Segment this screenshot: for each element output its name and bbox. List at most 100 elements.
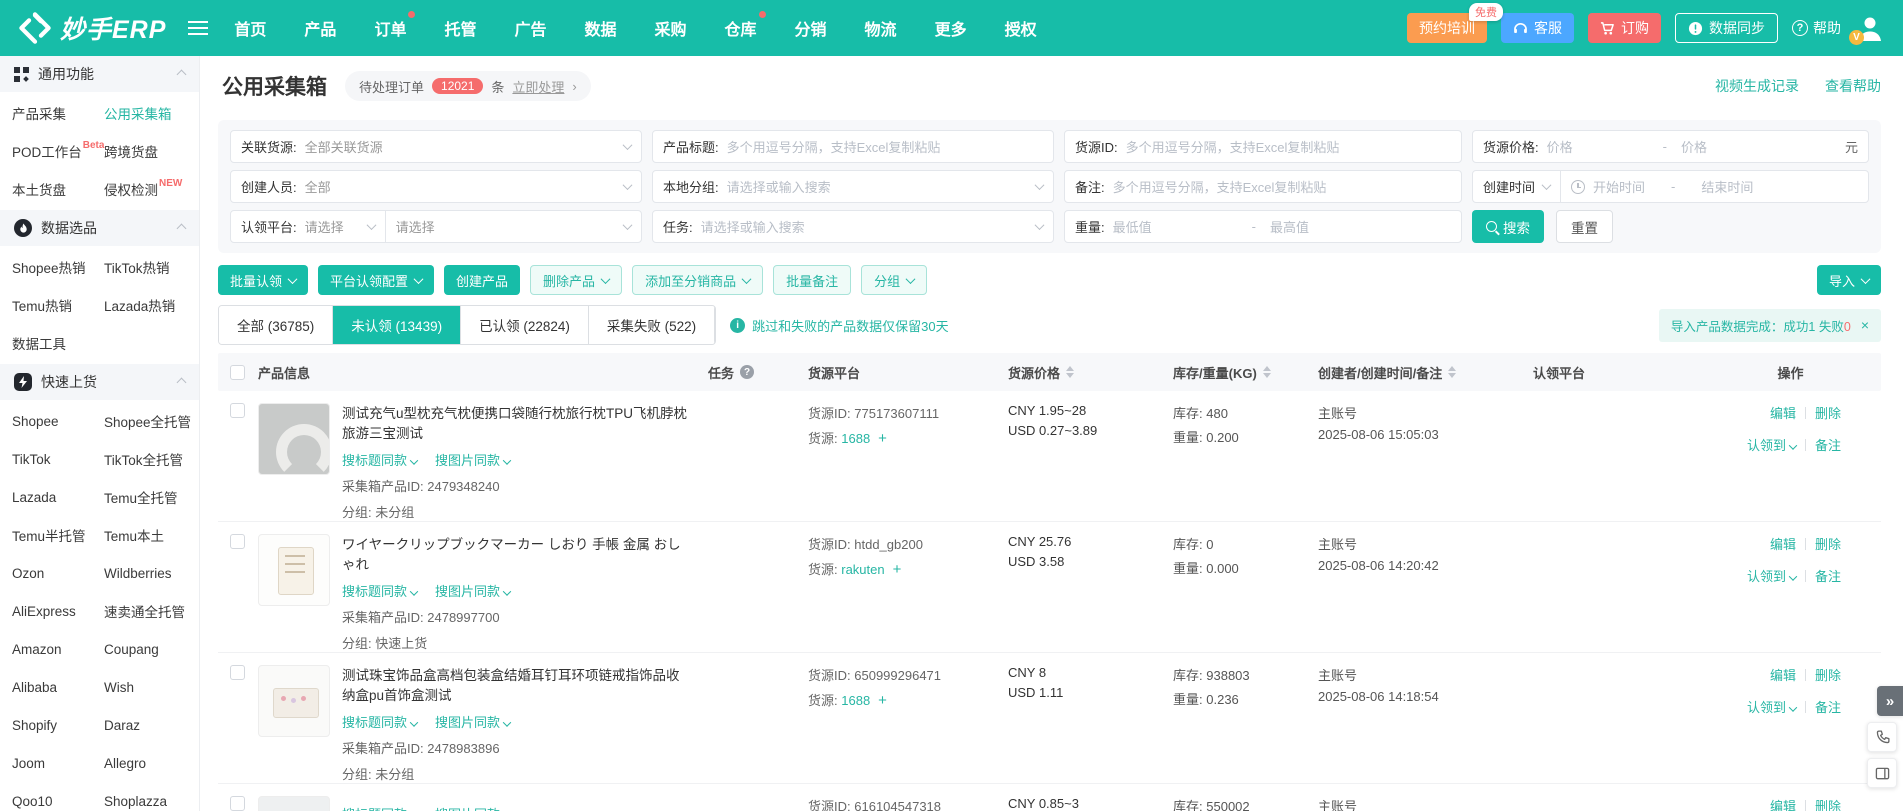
sidebar-item[interactable]: Temu半托管 — [12, 516, 104, 554]
row-checkbox[interactable] — [230, 796, 245, 811]
topbar-menu-item[interactable]: 采购 — [655, 16, 687, 40]
product-image[interactable] — [258, 796, 330, 811]
collapse-panel-button[interactable]: » — [1877, 686, 1903, 716]
add-source-icon[interactable]: + — [893, 561, 902, 578]
toolbar-primary-button[interactable]: 平台认领配置 — [318, 265, 434, 295]
filter-product-title-input[interactable]: 产品标题:多个用逗号分隔，支持Excel复制粘贴 — [652, 130, 1054, 163]
sidebar-item[interactable]: 数据工具 — [12, 324, 104, 362]
sidebar-item[interactable]: Daraz — [104, 706, 199, 744]
sidebar-item[interactable]: TikTok — [12, 440, 104, 478]
status-tab[interactable]: 采集失败 (522) — [589, 306, 715, 344]
product-title[interactable]: ワイヤークリップブックマーカー しおり 手帳 金属 おしゃれ — [342, 535, 692, 574]
product-title[interactable]: 测试珠宝饰品盒高档包装盒结婚耳钉耳环项链戒指饰品收纳盒pu首饰盒测试 — [342, 666, 692, 705]
topbar-menu-item[interactable]: 仓库 — [725, 16, 757, 40]
book-training-button[interactable]: 预约培训 免费 — [1407, 13, 1487, 43]
add-source-icon[interactable]: + — [878, 430, 887, 447]
sidebar-item[interactable]: Lazada热销 — [104, 286, 199, 324]
reset-button[interactable]: 重置 — [1556, 210, 1613, 243]
view-help-link[interactable]: 查看帮助 — [1825, 76, 1881, 96]
claim-to-link[interactable]: 认领到 — [1747, 697, 1796, 716]
filter-note-input[interactable]: 备注:多个用逗号分隔，支持Excel复制粘贴 — [1064, 170, 1462, 203]
customer-service-button[interactable]: 客服 — [1501, 13, 1574, 43]
source-link[interactable]: 1688 — [841, 431, 870, 446]
sidebar-item[interactable]: POD工作台 Beta — [12, 132, 104, 170]
edit-link[interactable]: 编辑 — [1770, 403, 1796, 422]
product-image[interactable] — [258, 534, 330, 606]
sidebar-section-data-picks[interactable]: 数据选品 — [0, 210, 199, 246]
search-same-title-link[interactable]: 搜标题同款 — [342, 581, 417, 600]
toolbar-secondary-button[interactable]: 分组 — [861, 265, 927, 295]
select-all-checkbox[interactable] — [230, 365, 245, 380]
sidebar-item[interactable]: Temu热销 — [12, 286, 104, 324]
sort-icon[interactable] — [1448, 366, 1456, 378]
filter-claim-platform-select[interactable]: 认领平台:请选择 请选择 — [230, 210, 642, 243]
toolbar-secondary-button[interactable]: 添加至分销商品 — [632, 265, 763, 295]
status-tab[interactable]: 已认领 (22824) — [461, 306, 589, 344]
topbar-menu-item[interactable]: 更多 — [935, 16, 967, 40]
filter-creator-select[interactable]: 创建人员:全部 — [230, 170, 642, 203]
note-link[interactable]: 备注 — [1815, 435, 1841, 454]
sidebar-item[interactable]: 本土货盘 — [12, 170, 104, 208]
sort-icon[interactable] — [1066, 366, 1074, 378]
sidebar-item[interactable]: Temu全托管 — [104, 478, 199, 516]
search-same-title-link[interactable]: 搜标题同款 — [342, 804, 417, 811]
filter-source-id-input[interactable]: 货源ID:多个用逗号分隔，支持Excel复制粘贴 — [1064, 130, 1462, 163]
topbar-menu-item[interactable]: 广告 — [514, 16, 546, 40]
phone-contact-button[interactable] — [1867, 722, 1897, 752]
hamburger-menu-icon[interactable] — [188, 21, 208, 35]
sidebar-item[interactable]: Ozon — [12, 554, 104, 592]
sidebar-item[interactable]: Allegro — [104, 744, 199, 782]
product-image[interactable] — [258, 403, 330, 475]
sidebar-item[interactable]: Amazon — [12, 630, 104, 668]
search-same-image-link[interactable]: 搜图片同款 — [435, 450, 510, 469]
toolbar-secondary-button[interactable]: 批量备注 — [773, 265, 851, 295]
sidebar-item[interactable]: Wish — [104, 668, 199, 706]
row-checkbox[interactable] — [230, 534, 245, 549]
filter-local-group-select[interactable]: 本地分组:请选择或输入搜索 — [652, 170, 1054, 203]
sidebar-item[interactable]: Lazada — [12, 478, 104, 516]
sidebar-item[interactable]: Joom — [12, 744, 104, 782]
row-checkbox[interactable] — [230, 403, 245, 418]
sidebar-section-quick-listing[interactable]: 快速上货 — [0, 364, 199, 400]
sidebar-item[interactable]: Shoplazza — [104, 782, 199, 811]
filter-weight-range[interactable]: 重量:最低值 -最高值 — [1064, 210, 1462, 243]
search-button[interactable]: 搜索 — [1472, 210, 1544, 243]
video-records-link[interactable]: 视频生成记录 — [1715, 76, 1799, 96]
topbar-menu-item[interactable]: 托管 — [444, 16, 476, 40]
source-link[interactable]: 1688 — [841, 693, 870, 708]
sidebar-item[interactable]: Shopee — [12, 402, 104, 440]
toolbar-primary-button[interactable]: 批量认领 — [218, 265, 308, 295]
sidebar-item[interactable]: 跨境货盘 — [104, 132, 199, 170]
sidebar-item[interactable]: AliExpress — [12, 592, 104, 630]
import-button[interactable]: 导入 — [1817, 265, 1881, 295]
side-panel-button[interactable] — [1867, 758, 1897, 788]
sidebar-item[interactable]: Alibaba — [12, 668, 104, 706]
sidebar-item[interactable]: 速卖通全托管 — [104, 592, 199, 630]
data-sync-button[interactable]: 数据同步 — [1675, 13, 1778, 43]
status-tab[interactable]: 全部 (36785) — [219, 306, 333, 344]
toolbar-primary-button[interactable]: 创建产品 — [444, 265, 520, 295]
source-link[interactable]: rakuten — [841, 562, 884, 577]
row-checkbox[interactable] — [230, 665, 245, 680]
purchase-button[interactable]: 订购 — [1588, 13, 1661, 43]
topbar-menu-item[interactable]: 物流 — [865, 16, 897, 40]
sidebar-item[interactable]: TikTok全托管 — [104, 440, 199, 478]
search-same-image-link[interactable]: 搜图片同款 — [435, 712, 510, 731]
help-button[interactable]: ? 帮助 — [1792, 18, 1841, 38]
sidebar-item[interactable]: Shopee全托管 — [104, 402, 199, 440]
topbar-menu-item[interactable]: 授权 — [1005, 16, 1037, 40]
note-link[interactable]: 备注 — [1815, 697, 1841, 716]
sidebar-item[interactable]: Temu本土 — [104, 516, 199, 554]
delete-link[interactable]: 删除 — [1815, 665, 1841, 684]
topbar-menu-item[interactable]: 数据 — [584, 16, 616, 40]
claim-to-link[interactable]: 认领到 — [1747, 566, 1796, 585]
app-logo[interactable]: 妙手ERP — [18, 10, 166, 46]
sort-icon[interactable] — [1263, 366, 1271, 378]
filter-linked-source-select[interactable]: 关联货源:全部关联货源 — [230, 130, 642, 163]
edit-link[interactable]: 编辑 — [1770, 665, 1796, 684]
sidebar-item[interactable]: Shopee热销 — [12, 248, 104, 286]
toolbar-secondary-button[interactable]: 删除产品 — [530, 265, 622, 295]
sidebar-item[interactable]: Wildberries — [104, 554, 199, 592]
note-link[interactable]: 备注 — [1815, 566, 1841, 585]
sidebar-item[interactable]: Coupang — [104, 630, 199, 668]
